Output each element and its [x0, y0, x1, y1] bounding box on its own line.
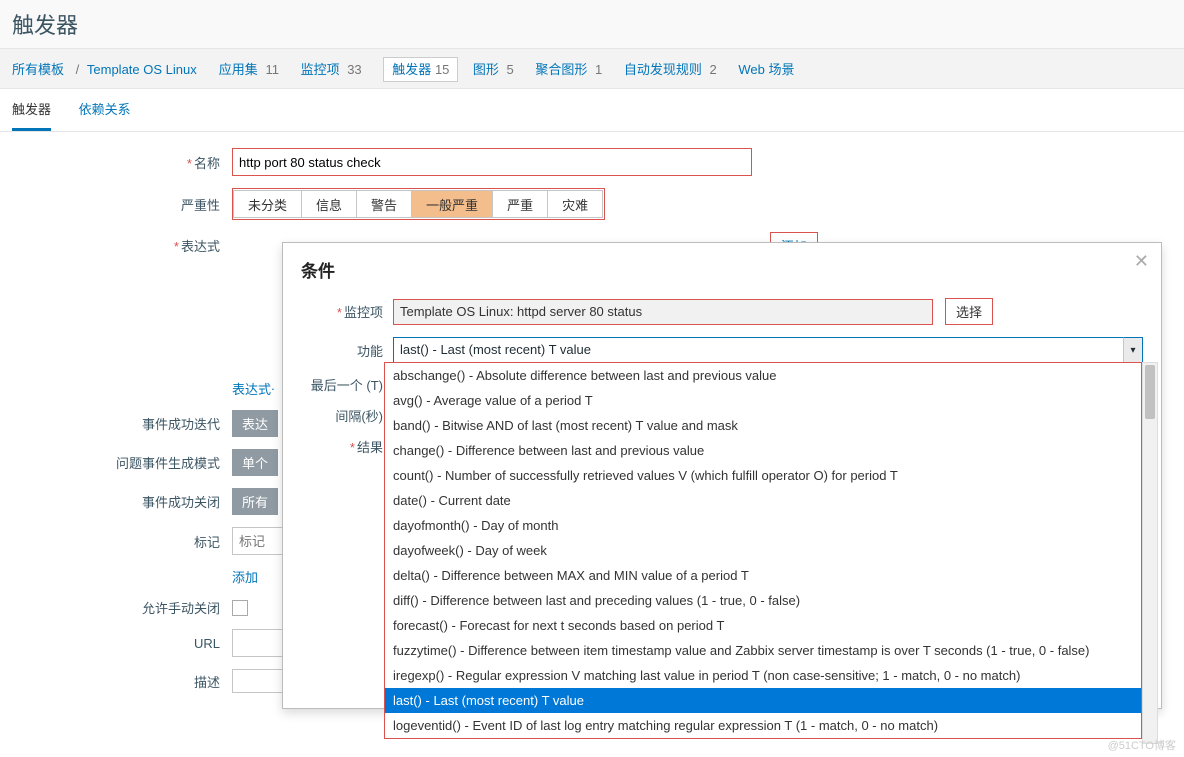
manual-close-checkbox[interactable] [232, 600, 248, 616]
bc-web[interactable]: Web 场景 [738, 62, 794, 77]
bc-items[interactable]: 监控项 [301, 62, 340, 77]
function-option[interactable]: delta() - Difference between MAX and MIN… [385, 563, 1141, 588]
function-option[interactable]: logeventid() - Event ID of last log entr… [385, 713, 1141, 738]
function-option[interactable]: count() - Number of successfully retriev… [385, 463, 1141, 488]
bc-screens[interactable]: 聚合图形 [535, 62, 587, 77]
sev-info[interactable]: 信息 [301, 190, 357, 218]
function-option[interactable]: forecast() - Forecast for next t seconds… [385, 613, 1141, 638]
bc-screens-count: 1 [595, 62, 602, 77]
bc-items-count: 33 [347, 62, 361, 77]
function-option[interactable]: dayofmonth() - Day of month [385, 513, 1141, 538]
severity-label: 严重性 [181, 198, 220, 213]
tab-dependencies[interactable]: 依赖关系 [79, 89, 131, 128]
sev-not-classified[interactable]: 未分类 [233, 190, 302, 218]
chevron-down-icon[interactable]: ▾ [1123, 337, 1143, 363]
item-label: 监控项 [344, 305, 383, 320]
name-input[interactable] [232, 148, 752, 176]
function-option[interactable]: avg() - Average value of a period T [385, 388, 1141, 413]
dropdown-scroll-thumb[interactable] [1145, 365, 1155, 419]
bc-appset[interactable]: 应用集 [219, 62, 258, 77]
breadcrumb-root[interactable]: 所有模板 [12, 62, 64, 77]
ok-close-button[interactable]: 所有 [232, 488, 278, 515]
function-option[interactable]: date() - Current date [385, 488, 1141, 513]
bc-appset-count: 11 [265, 62, 279, 77]
expression-label: 表达式 [181, 239, 220, 254]
ok-event-label: 事件成功迭代 [142, 417, 220, 432]
sev-warning[interactable]: 警告 [356, 190, 412, 218]
bc-graphs-count: 5 [507, 62, 514, 77]
breadcrumb-template[interactable]: Template OS Linux [87, 62, 197, 77]
tab-triggers[interactable]: 触发器 [12, 89, 51, 131]
severity-group: 未分类 信息 警告 一般严重 严重 灾难 [232, 188, 605, 220]
function-dropdown[interactable]: abschange() - Absolute difference betwee… [384, 362, 1142, 739]
page-title: 触发器 [0, 0, 1184, 49]
watermark: @51CTO博客 [1108, 737, 1176, 753]
item-input[interactable] [393, 299, 933, 325]
last-t-label: 最后一个 (T) [311, 378, 383, 393]
function-option[interactable]: change() - Difference between last and p… [385, 438, 1141, 463]
sub-tabs: 触发器 依赖关系 [0, 89, 1184, 132]
function-select[interactable]: last() - Last (most recent) T value ▾ [393, 337, 1143, 363]
close-icon[interactable]: ✕ [1134, 251, 1149, 272]
function-option[interactable]: fuzzytime() - Difference between item ti… [385, 638, 1141, 663]
tags-label: 标记 [194, 535, 220, 550]
function-option[interactable]: diff() - Difference between last and pre… [385, 588, 1141, 613]
select-item-button[interactable]: 选择 [945, 298, 993, 325]
function-option[interactable]: abschange() - Absolute difference betwee… [385, 363, 1141, 388]
url-label: URL [194, 636, 220, 651]
problem-mode-button[interactable]: 单个 [232, 449, 278, 476]
function-option-selected[interactable]: last() - Last (most recent) T value [385, 688, 1141, 713]
description-label: 描述 [194, 675, 220, 690]
problem-mode-label: 问题事件生成模式 [116, 456, 220, 471]
name-label: 名称 [194, 156, 220, 171]
interval-label: 间隔(秒) [335, 409, 383, 424]
bc-graphs[interactable]: 图形 [473, 62, 499, 77]
function-option[interactable]: dayofweek() - Day of week [385, 538, 1141, 563]
function-option[interactable]: band() - Bitwise AND of last (most recen… [385, 413, 1141, 438]
dropdown-scrollbar[interactable] [1142, 362, 1158, 744]
result-label: 结果 [357, 440, 383, 455]
bc-triggers[interactable]: 触发器 15 [383, 57, 458, 82]
sev-disaster[interactable]: 灾难 [547, 190, 603, 218]
function-selected-value: last() - Last (most recent) T value [393, 337, 1143, 363]
sev-average[interactable]: 一般严重 [411, 190, 493, 218]
tag-add-link[interactable]: 添加 [232, 567, 258, 586]
manual-close-label: 允许手动关闭 [142, 601, 220, 616]
breadcrumb: 所有模板 / Template OS Linux 应用集 11 监控项 33 触… [0, 49, 1184, 89]
expression-constructor-link[interactable]: 表达式ᐧ [232, 379, 274, 398]
sev-high[interactable]: 严重 [492, 190, 548, 218]
ok-event-button[interactable]: 表达 [232, 410, 278, 437]
function-option[interactable]: iregexp() - Regular expression V matchin… [385, 663, 1141, 688]
function-label: 功能 [357, 344, 383, 359]
modal-title: 条件 [301, 257, 1143, 282]
bc-discovery[interactable]: 自动发现规则 [624, 62, 702, 77]
bc-discovery-count: 2 [710, 62, 717, 77]
ok-close-label: 事件成功关闭 [142, 495, 220, 510]
